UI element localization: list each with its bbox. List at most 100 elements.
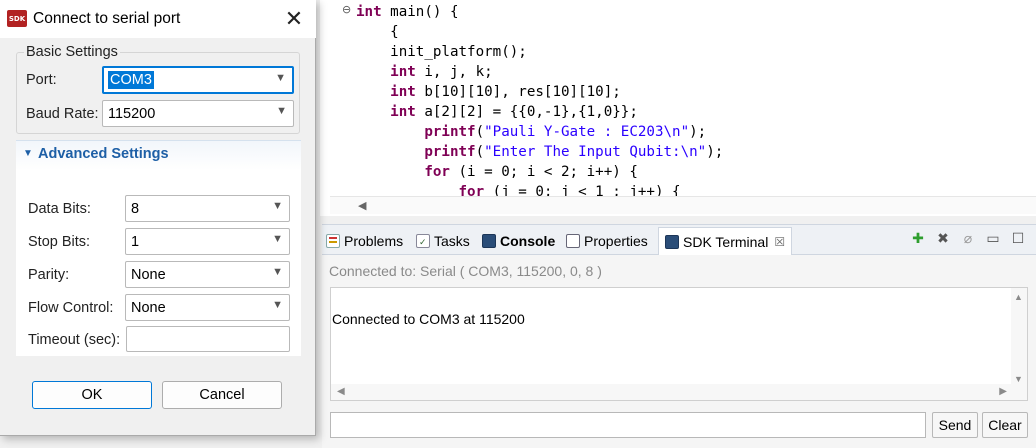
flow-control-select[interactable]: None ▼: [125, 294, 290, 321]
tab-properties[interactable]: Properties: [566, 230, 648, 252]
code-line[interactable]: printf("Enter The Input Qubit:\n");: [356, 142, 723, 162]
port-label: Port:: [26, 72, 57, 88]
port-value: COM3: [108, 71, 154, 89]
problems-icon: [326, 234, 340, 248]
code-line[interactable]: int i, j, k;: [356, 62, 723, 82]
tab-sdk-terminal[interactable]: SDK Terminal ☒: [658, 227, 793, 255]
parity-value: None: [131, 267, 166, 283]
ok-button[interactable]: OK: [32, 381, 152, 409]
flow-control-value: None: [131, 300, 166, 316]
code-token: int: [390, 64, 416, 80]
disconnect-icon[interactable]: ✖: [935, 230, 951, 247]
baud-rate-label: Baud Rate:: [26, 106, 99, 122]
tab-tasks[interactable]: ✓ Tasks: [416, 230, 470, 252]
clear-button[interactable]: Clear: [982, 412, 1028, 438]
code-line[interactable]: {: [356, 22, 723, 42]
code-token: (: [475, 124, 485, 140]
code-token: b[10][10], res[10][10];: [415, 84, 621, 100]
terminal-send-input[interactable]: [330, 412, 926, 438]
clear-console-icon[interactable]: ⌀: [960, 230, 976, 247]
code-token: );: [706, 144, 724, 160]
maximize-icon[interactable]: ☐: [1010, 230, 1026, 247]
code-token: int: [390, 84, 416, 100]
code-lines[interactable]: int main() { { init_platform(); int i, j…: [356, 2, 723, 202]
code-token: {: [356, 24, 399, 40]
editor-horizontal-scrollbar[interactable]: ◀: [330, 196, 1036, 214]
parity-label: Parity:: [28, 267, 70, 283]
code-token: "Pauli Y-Gate : EC203\n": [484, 124, 690, 140]
close-button[interactable]: ✕: [280, 6, 308, 32]
chevron-down-icon: ▼: [272, 200, 283, 212]
terminal-icon: [665, 234, 679, 249]
properties-icon: [566, 234, 580, 248]
scroll-down-icon[interactable]: ▼: [1014, 374, 1023, 384]
code-token: (i = 0; i < 2; i++) {: [449, 164, 638, 180]
chevron-down-icon: ▼: [272, 233, 283, 245]
data-bits-label: Data Bits:: [28, 201, 91, 217]
view-tab-bar: Problems ✓ Tasks Console Properties SDK …: [322, 225, 1036, 255]
connection-status: Connected to: Serial ( COM3, 115200, 0, …: [329, 263, 602, 279]
code-token: init_platform();: [356, 44, 527, 60]
code-token: int: [390, 104, 416, 120]
code-token: int: [356, 4, 382, 20]
view-toolbar: ✚ ✖ ⌀ ▭ ☐: [910, 230, 1026, 247]
terminal-output[interactable]: Connected to COM3 at 115200 ▲ ▼ ◀ ▶: [330, 287, 1028, 401]
cancel-button[interactable]: Cancel: [162, 381, 282, 409]
port-select[interactable]: COM3 ▼: [102, 66, 294, 94]
advanced-settings-title: Advanced Settings: [38, 146, 169, 162]
close-tab-icon[interactable]: ☒: [774, 235, 785, 249]
code-line[interactable]: init_platform();: [356, 42, 723, 62]
dialog-titlebar[interactable]: SDK Connect to serial port ✕: [0, 0, 316, 38]
chevron-down-icon: ▼: [275, 72, 286, 84]
code-editor[interactable]: ⊖ int main() { { init_platform(); int i,…: [320, 0, 1036, 216]
dialog-title: Connect to serial port: [33, 10, 181, 27]
collapse-triangle-icon: ▼: [23, 148, 33, 159]
terminal-output-text: Connected to COM3 at 115200: [332, 311, 525, 327]
code-token: for: [424, 164, 450, 180]
baud-rate-select[interactable]: 115200 ▼: [102, 100, 294, 127]
connect-serial-dialog: SDK Connect to serial port ✕ Basic Setti…: [0, 0, 316, 436]
code-token: "Enter The Input Qubit:\n": [484, 144, 707, 160]
tab-label: Tasks: [434, 233, 470, 249]
code-line[interactable]: int b[10][10], res[10][10];: [356, 82, 723, 102]
timeout-input[interactable]: [126, 326, 290, 352]
code-line[interactable]: int a[2][2] = {{0,-1},{1,0}};: [356, 102, 723, 122]
flow-control-label: Flow Control:: [28, 300, 114, 316]
scroll-left-icon[interactable]: ◀: [358, 199, 366, 212]
code-line[interactable]: int main() {: [356, 2, 723, 22]
terminal-horizontal-scrollbar[interactable]: ◀ ▶: [331, 384, 1013, 400]
code-token: a[2][2] = {{0,-1},{1,0}};: [415, 104, 638, 120]
stop-bits-select[interactable]: 1 ▼: [125, 228, 290, 255]
tab-label: Properties: [584, 233, 648, 249]
scroll-left-icon[interactable]: ◀: [337, 386, 345, 397]
advanced-settings-header[interactable]: ▼ Advanced Settings: [16, 140, 301, 170]
code-token: main() {: [381, 4, 459, 20]
code-token: printf: [424, 124, 476, 140]
chevron-down-icon: ▼: [276, 105, 287, 117]
terminal-vertical-scrollbar[interactable]: ▲ ▼: [1011, 288, 1027, 400]
send-button[interactable]: Send: [932, 412, 978, 438]
data-bits-select[interactable]: 8 ▼: [125, 195, 290, 222]
tasks-icon: ✓: [416, 234, 430, 248]
connect-icon[interactable]: ✚: [910, 230, 926, 247]
scroll-up-icon[interactable]: ▲: [1014, 292, 1023, 302]
sdk-app-icon: SDK: [7, 10, 27, 27]
fold-toggle-icon[interactable]: ⊖: [342, 3, 351, 16]
tab-label: Console: [500, 233, 556, 249]
stop-bits-label: Stop Bits:: [28, 234, 91, 250]
minimize-icon[interactable]: ▭: [985, 230, 1001, 247]
tab-console[interactable]: Console: [482, 230, 555, 252]
code-line[interactable]: printf("Pauli Y-Gate : EC203\n");: [356, 122, 723, 142]
tab-problems[interactable]: Problems: [326, 230, 403, 252]
scroll-right-icon[interactable]: ▶: [999, 386, 1007, 397]
chevron-down-icon: ▼: [272, 299, 283, 311]
code-line[interactable]: for (i = 0; i < 2; i++) {: [356, 162, 723, 182]
parity-select[interactable]: None ▼: [125, 261, 290, 288]
data-bits-value: 8: [131, 201, 140, 217]
